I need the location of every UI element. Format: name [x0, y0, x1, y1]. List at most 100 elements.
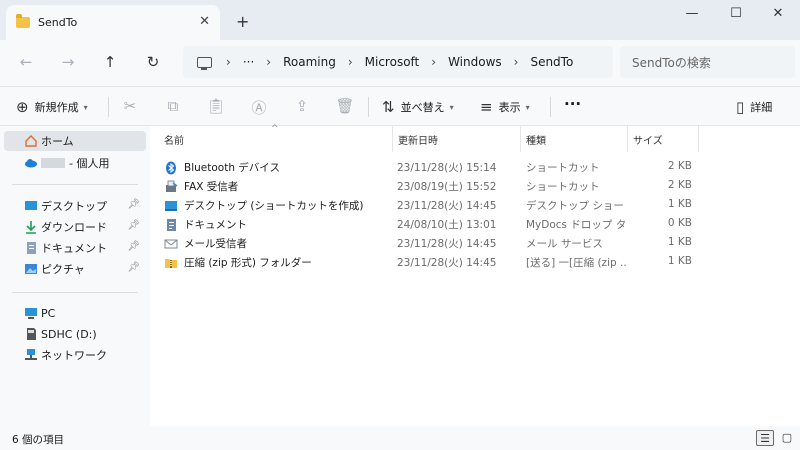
new-tab-button[interactable]: +	[236, 12, 249, 31]
table-row[interactable]: ドキュメント 24/08/10(土) 13:01 MyDocs ドロップ タ..…	[150, 214, 800, 233]
tiles-view-icon[interactable]: ▢	[778, 430, 796, 446]
file-date: 23/08/19(土) 15:52	[397, 181, 497, 193]
tab-title: SendTo	[38, 16, 78, 29]
breadcrumb-sendto[interactable]: SendTo	[530, 55, 573, 69]
sidebar-item-network[interactable]: ネットワーク	[4, 345, 146, 365]
chevron-right-icon[interactable]: ›	[226, 55, 231, 69]
file-name: ドキュメント	[184, 219, 247, 231]
close-window-button[interactable]: ✕	[766, 6, 790, 21]
more-options-button[interactable]: ···	[564, 95, 581, 113]
tab-sendto[interactable]: SendTo ✕	[6, 5, 220, 40]
sidebar-item-documents[interactable]: ドキュメント 📌︎	[4, 238, 146, 258]
back-arrow-icon[interactable]: ←	[16, 53, 36, 71]
file-name: Bluetooth デバイス	[184, 162, 280, 174]
status-bar: 6 個の項目 ☰ ▢	[0, 426, 800, 450]
sort-ascending-icon: ^	[271, 124, 279, 134]
tab-close-icon[interactable]: ✕	[199, 14, 210, 29]
maximize-button[interactable]: ☐	[724, 6, 748, 21]
breadcrumb-roaming[interactable]: Roaming	[283, 55, 336, 69]
copy-icon[interactable]: ⧉	[163, 97, 183, 115]
sidebar-divider	[12, 292, 138, 293]
sidebar-item-desktop[interactable]: デスクトップ 📌︎	[4, 196, 146, 216]
zip-folder-icon	[165, 258, 177, 268]
column-header-type[interactable]: 種類	[512, 126, 546, 152]
sidebar-label: SDHC (D:)	[41, 327, 97, 341]
file-type: メール サービス	[526, 238, 603, 250]
new-button[interactable]: ⊕ 新規作成 ▾	[16, 98, 88, 116]
column-label: 種類	[526, 135, 546, 147]
table-row[interactable]: デスクトップ (ショートカットを作成) 23/11/28(火) 14:45 デス…	[150, 195, 800, 214]
file-name: FAX 受信者	[184, 181, 239, 193]
pin-icon[interactable]: 📌︎	[127, 262, 140, 273]
network-icon	[25, 349, 37, 360]
breadcrumb-windows[interactable]: Windows	[448, 55, 502, 69]
file-name: デスクトップ (ショートカットを作成)	[184, 200, 364, 212]
item-count: 6 個の項目	[12, 434, 65, 446]
toolbar-divider	[368, 97, 369, 117]
minimize-button[interactable]: —	[680, 6, 704, 21]
sidebar-item-pc[interactable]: PC	[4, 303, 146, 323]
details-view-icon[interactable]: ☰	[756, 430, 774, 446]
file-size: 2 KB	[667, 160, 692, 172]
sidebar-item-pictures[interactable]: ピクチャ 📌︎	[4, 259, 146, 279]
pictures-icon	[25, 264, 37, 274]
plus-circle-icon: ⊕	[16, 98, 29, 116]
chevron-down-icon: ▾	[83, 102, 88, 112]
sort-button[interactable]: ⇅ 並べ替え ▾	[382, 98, 454, 116]
breadcrumb-microsoft[interactable]: Microsoft	[365, 55, 420, 69]
folder-icon	[16, 14, 30, 28]
sidebar-item-sdhc[interactable]: SDHC (D:)	[4, 324, 146, 344]
column-divider[interactable]	[698, 126, 699, 152]
redacted-account-name	[41, 158, 65, 168]
search-input[interactable]: SendToの検索	[620, 46, 795, 78]
file-type: ショートカット	[526, 162, 600, 174]
mail-icon	[164, 239, 178, 248]
sidebar-item-home[interactable]: ホーム	[4, 131, 146, 151]
file-name: 圧縮 (zip 形式) フォルダー	[184, 257, 312, 269]
file-type: [送る] 一[圧縮 (zip ...	[526, 257, 626, 269]
sidebar-label: ピクチャ	[41, 263, 85, 276]
navigation-pane: ホーム - 個人用 デスクトップ 📌︎ ダウンロード 📌︎ ドキュメント 📌︎ …	[0, 126, 150, 426]
paste-icon[interactable]: 📋︎	[206, 97, 226, 115]
view-button[interactable]: ≡ 表示 ▾	[480, 98, 530, 116]
sd-card-icon	[27, 328, 36, 340]
file-size: 1 KB	[667, 236, 692, 248]
forward-arrow-icon[interactable]: →	[58, 53, 78, 71]
column-header-size[interactable]: サイズ	[619, 126, 663, 152]
toolbar-divider	[108, 97, 109, 117]
chevron-right-icon: ›	[513, 55, 519, 69]
column-header-date[interactable]: 更新日時	[384, 126, 438, 152]
column-label: 名前	[164, 135, 184, 147]
pin-icon[interactable]: 📌︎	[127, 220, 140, 231]
table-row[interactable]: 圧縮 (zip 形式) フォルダー 23/11/28(火) 14:45 [送る]…	[150, 252, 800, 271]
breadcrumb-overflow[interactable]: ···	[243, 55, 254, 69]
sidebar-item-downloads[interactable]: ダウンロード 📌︎	[4, 217, 146, 237]
details-pane-button[interactable]: ▯ 詳細	[736, 98, 772, 116]
sort-label: 並べ替え	[400, 101, 445, 114]
table-row[interactable]: FAX 受信者 23/08/19(土) 15:52 ショートカット 2 KB	[150, 176, 800, 195]
up-arrow-icon[interactable]: ↑	[100, 53, 120, 71]
column-label: サイズ	[633, 135, 663, 147]
chevron-down-icon: ▾	[449, 102, 454, 112]
sidebar-label: PC	[41, 306, 56, 320]
table-row[interactable]: Bluetooth デバイス 23/11/28(火) 15:14 ショートカット…	[150, 157, 800, 176]
chevron-right-icon: ›	[431, 55, 437, 69]
file-size: 1 KB	[667, 198, 692, 210]
refresh-icon[interactable]: ↻	[143, 53, 163, 71]
file-list: ^ 名前 更新日時 種類 サイズ Bluetooth デバイス 23/11/28…	[150, 124, 800, 426]
rename-icon[interactable]: Ⓐ	[249, 97, 269, 118]
file-size: 1 KB	[667, 255, 692, 267]
sort-icon: ⇅	[382, 98, 395, 116]
pin-icon[interactable]: 📌︎	[127, 241, 140, 252]
delete-icon[interactable]: 🗑︎	[335, 97, 355, 115]
download-icon	[26, 221, 36, 234]
table-row[interactable]: メール受信者 23/11/28(火) 14:45 メール サービス 1 KB	[150, 233, 800, 252]
pin-icon[interactable]: 📌︎	[127, 199, 140, 210]
sidebar-item-onedrive[interactable]: - 個人用	[4, 153, 146, 173]
share-icon[interactable]: ⇪	[292, 97, 312, 115]
file-size: 0 KB	[667, 217, 692, 229]
chevron-down-icon: ▾	[525, 102, 530, 112]
address-bar[interactable]: › ··· › Roaming › Microsoft › Windows › …	[183, 46, 613, 78]
column-header-name[interactable]: 名前	[150, 126, 184, 152]
cut-icon[interactable]: ✂	[120, 97, 140, 115]
